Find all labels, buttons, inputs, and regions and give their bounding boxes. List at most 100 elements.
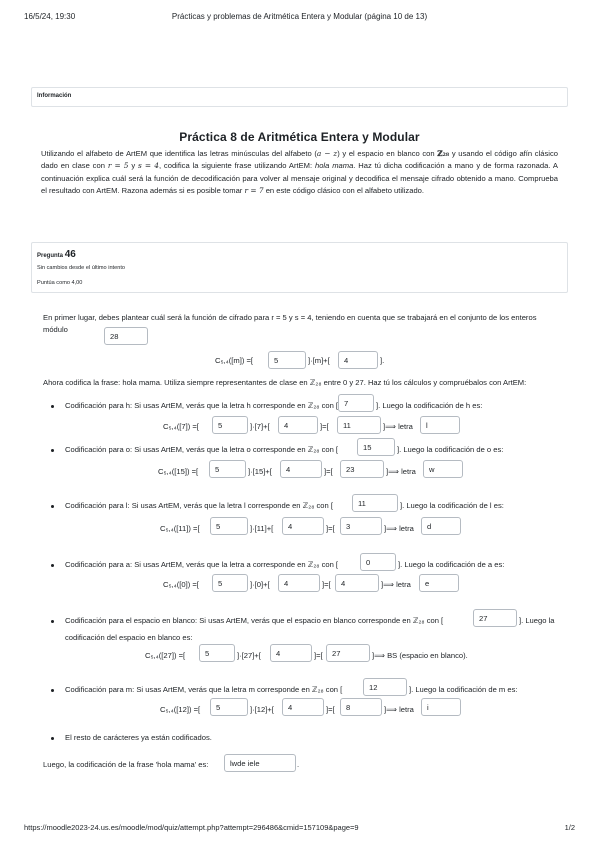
- item-a-post: ]. Luego la codificación de a es:: [398, 560, 505, 569]
- bullet: [51, 564, 54, 567]
- intro-text: Utilizando el alfabeto de ArtEM que iden…: [41, 149, 317, 158]
- m-class-input[interactable]: 12: [363, 678, 407, 696]
- cipher-formula-lhs: C₅,₄([m]) =[: [215, 356, 254, 365]
- o-class-input[interactable]: 15: [357, 438, 395, 456]
- h-letter-input[interactable]: l: [420, 416, 460, 434]
- o-s-input[interactable]: 4: [280, 460, 322, 478]
- h-class-input[interactable]: 7: [338, 394, 374, 412]
- m-result-input[interactable]: 8: [340, 698, 382, 716]
- final-question: Luego, la codificación de la frase 'hola…: [43, 760, 209, 769]
- m-r-input[interactable]: 5: [210, 698, 248, 716]
- r-input[interactable]: 5: [268, 351, 306, 369]
- item-space-text: Codificación para el espacio en blanco: …: [65, 616, 444, 625]
- part2-text: Ahora codifica la frase: hola mama. Util…: [43, 378, 527, 387]
- intro-math: a − z: [316, 149, 338, 158]
- o-r-input[interactable]: 5: [209, 460, 246, 478]
- practice-intro: Utilizando el alfabeto de ArtEM que iden…: [41, 148, 558, 198]
- intro-math: r = 5: [107, 161, 129, 171]
- l-formula-op: ]·[11]+[: [250, 524, 274, 533]
- rest-text: El resto de carácteres ya están codifica…: [65, 733, 212, 742]
- l-letter-input[interactable]: d: [421, 517, 461, 535]
- space-result-input[interactable]: 27: [326, 644, 370, 662]
- h-formula-eq: ]=[: [320, 422, 329, 431]
- print-title: Prácticas y problemas de Aritmética Ente…: [171, 12, 428, 21]
- m-formula-op: ]·[12]+[: [250, 705, 274, 714]
- h-result-input[interactable]: 11: [337, 416, 381, 434]
- l-formula-tail: ]⟹ letra: [384, 524, 414, 533]
- intro-math: s = 4: [138, 161, 159, 171]
- print-header: 16/5/24, 19:30 Prácticas y problemas de …: [24, 12, 575, 26]
- final-answer-input[interactable]: lwde iele: [224, 754, 296, 772]
- bullet: [51, 449, 54, 452]
- a-class-input[interactable]: 0: [360, 553, 396, 571]
- l-s-input[interactable]: 4: [282, 517, 324, 535]
- item-m-text: Codificación para m: Si usas ArtEM, verá…: [65, 685, 343, 694]
- item-space-post: ]. Luego la: [519, 616, 555, 625]
- intro-math: r = 7: [244, 186, 264, 196]
- bullet: [51, 689, 54, 692]
- a-formula-tail: ]⟹ letra: [381, 580, 411, 589]
- item-h-post: ]. Luego la codificación de h es:: [376, 401, 483, 410]
- intro-text: en este código clásico con el alfabeto u…: [263, 186, 425, 196]
- m-formula-lhs: C₅,₄([12]) =[: [160, 705, 201, 714]
- space-formula-eq: ]=[: [314, 651, 323, 660]
- m-letter-input[interactable]: i: [421, 698, 461, 716]
- item-l-text: Codificación para l: Si usas ArtEM, verá…: [65, 501, 333, 510]
- modulus-input[interactable]: 28: [104, 327, 148, 345]
- l-r-input[interactable]: 5: [210, 517, 248, 535]
- o-formula-lhs: C₅,₄([15]) =[: [158, 467, 199, 476]
- bullet: [51, 505, 54, 508]
- question-word: Pregunta: [37, 253, 64, 259]
- space-formula-tail: ]⟹ BS (espacio en blanco).: [372, 651, 468, 660]
- print-url: https://moodle2023-24.us.es/moodle/mod/q…: [24, 823, 359, 832]
- bullet: [51, 737, 54, 740]
- a-letter-input[interactable]: e: [419, 574, 459, 592]
- print-pager: 1/2: [564, 823, 575, 832]
- h-formula-op: ]·[7]+[: [250, 422, 270, 431]
- a-result-input[interactable]: 4: [335, 574, 379, 592]
- cipher-formula-end: ].: [380, 356, 385, 365]
- a-formula-eq: ]=[: [322, 580, 331, 589]
- space-formula-lhs: C₅,₄([27]) =[: [145, 651, 186, 660]
- h-formula-tail: ]⟹ letra: [383, 422, 413, 431]
- a-formula-op: ]·[0]+[: [250, 580, 270, 589]
- item-h-text: Codificación para h: Si usas ArtEM, verá…: [65, 401, 339, 410]
- intro-text: y: [128, 161, 139, 171]
- space-r-input[interactable]: 5: [199, 644, 235, 662]
- intro-math: ℤ₂₈: [437, 149, 450, 158]
- item-space-post2: codificación del espacio en blanco es:: [65, 633, 193, 642]
- intro-text: , codifica la siguiente frase utilizando…: [158, 161, 315, 171]
- item-l-post: ]. Luego la codificación de l es:: [400, 501, 504, 510]
- l-result-input[interactable]: 3: [340, 517, 382, 535]
- question-label: Pregunta 46: [37, 249, 76, 260]
- l-class-input[interactable]: 11: [352, 494, 398, 512]
- space-class-input[interactable]: 27: [473, 609, 517, 627]
- info-label: Información: [37, 93, 72, 99]
- o-result-input[interactable]: 23: [340, 460, 384, 478]
- a-formula-lhs: C₅,₄([0]) =[: [163, 580, 199, 589]
- s-input[interactable]: 4: [338, 351, 378, 369]
- m-formula-tail: ]⟹ letra: [384, 705, 414, 714]
- m-formula-eq: ]=[: [326, 705, 335, 714]
- bullet: [51, 620, 54, 623]
- space-s-input[interactable]: 4: [270, 644, 312, 662]
- l-formula-eq: ]=[: [326, 524, 335, 533]
- space-formula-op: ]·[27]+[: [237, 651, 261, 660]
- question-info: Pregunta 46 Sin cambios desde el último …: [31, 242, 568, 293]
- h-s-input[interactable]: 4: [278, 416, 318, 434]
- final-dot: .: [297, 760, 300, 769]
- question-state: Sin cambios desde el último intento: [37, 265, 125, 271]
- o-formula-op: ]·[15]+[: [248, 467, 272, 476]
- a-s-input[interactable]: 4: [278, 574, 320, 592]
- info-box: Información: [31, 87, 568, 107]
- a-r-input[interactable]: 5: [212, 574, 248, 592]
- o-formula-eq: ]=[: [324, 467, 333, 476]
- intro-text: ) y el espacio en blanco con: [337, 149, 438, 158]
- item-a-text: Codificación para a: Si usas ArtEM, verá…: [65, 560, 339, 569]
- item-m-post: ]. Luego la codificación de m es:: [409, 685, 518, 694]
- o-letter-input[interactable]: w: [423, 460, 463, 478]
- m-s-input[interactable]: 4: [282, 698, 324, 716]
- question-number: 46: [64, 249, 76, 260]
- h-formula-lhs: C₅,₄([7]) =[: [163, 422, 199, 431]
- h-r-input[interactable]: 5: [212, 416, 248, 434]
